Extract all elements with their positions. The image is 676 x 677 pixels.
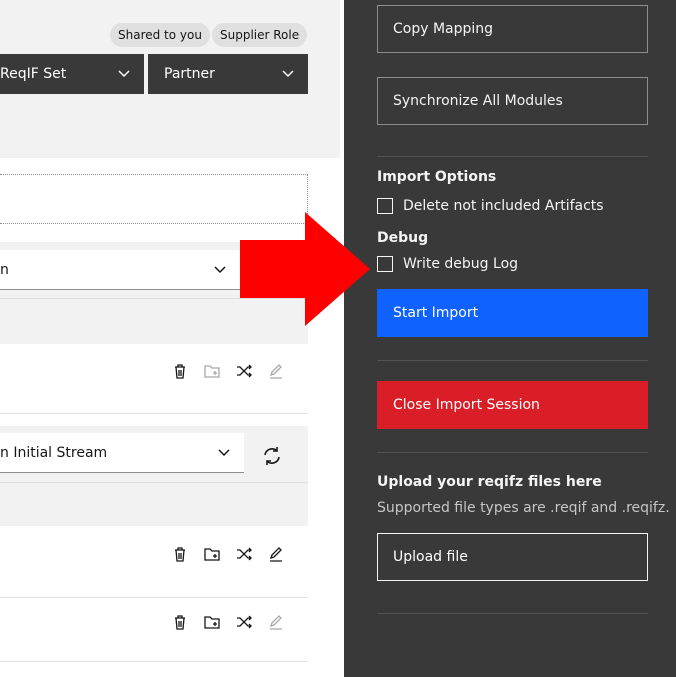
start-import-button[interactable]: Start Import: [377, 289, 648, 337]
stream-select-1[interactable]: n: [0, 250, 240, 290]
reqif-set-dropdown[interactable]: ReqIF Set: [0, 54, 144, 94]
shared-tag: Shared to you: [110, 23, 210, 47]
edit-icon: [266, 612, 286, 632]
shuffle-icon[interactable]: [234, 361, 254, 381]
divider: [377, 452, 648, 453]
edit-icon: [266, 361, 286, 381]
import-side-panel: Copy Mapping Synchronize All Modules Imp…: [344, 0, 676, 677]
folder-add-icon[interactable]: [202, 544, 222, 564]
reqif-set-label: ReqIF Set: [0, 66, 67, 82]
main-content: Shared to you Supplier Role ReqIF Set Pa…: [0, 0, 344, 677]
close-import-session-button[interactable]: Close Import Session: [377, 381, 648, 429]
trash-icon[interactable]: [170, 612, 190, 632]
edit-icon[interactable]: [266, 544, 286, 564]
folder-add-icon: [202, 361, 222, 381]
list-subheader-2: [0, 482, 308, 526]
upload-hint: Supported file types are .reqif and .req…: [377, 500, 670, 516]
divider: [377, 156, 648, 157]
write-debug-log-checkbox[interactable]: Write debug Log: [377, 256, 518, 272]
divider: [377, 613, 648, 614]
checkbox-label: Delete not included Artifacts: [403, 198, 604, 214]
checkbox-box[interactable]: [377, 256, 393, 272]
checkbox-label: Write debug Log: [403, 256, 519, 272]
stream-select-2-value: n Initial Stream: [0, 445, 108, 461]
trash-icon[interactable]: [170, 544, 190, 564]
upload-title: Upload your reqifz files here: [377, 474, 602, 490]
divider: [377, 360, 648, 361]
folder-add-icon[interactable]: [202, 612, 222, 632]
partner-dropdown[interactable]: Partner: [148, 54, 308, 94]
row-actions: [170, 612, 286, 632]
import-options-title: Import Options: [377, 169, 497, 185]
shuffle-icon[interactable]: [234, 544, 254, 564]
stream-select-2[interactable]: n Initial Stream: [0, 433, 244, 473]
synchronize-all-button[interactable]: Synchronize All Modules: [377, 77, 648, 125]
row-actions: [170, 544, 286, 564]
copy-mapping-button[interactable]: Copy Mapping: [377, 5, 648, 53]
trash-icon[interactable]: [170, 361, 190, 381]
upload-file-button[interactable]: Upload file: [377, 533, 648, 581]
debug-title: Debug: [377, 230, 429, 246]
partner-label: Partner: [164, 66, 215, 82]
annotation-arrow-icon: [240, 212, 370, 326]
chevron-down-icon: [282, 54, 294, 110]
stream-select-1-value: n: [0, 262, 9, 278]
chevron-down-icon: [118, 54, 130, 110]
chevron-down-icon: [218, 433, 230, 489]
checkbox-box[interactable]: [377, 198, 393, 214]
refresh-icon[interactable]: [260, 444, 284, 468]
supplier-role-tag: Supplier Role: [212, 23, 308, 47]
row-actions: [170, 361, 286, 381]
shuffle-icon[interactable]: [234, 612, 254, 632]
delete-not-included-checkbox[interactable]: Delete not included Artifacts: [377, 198, 604, 214]
